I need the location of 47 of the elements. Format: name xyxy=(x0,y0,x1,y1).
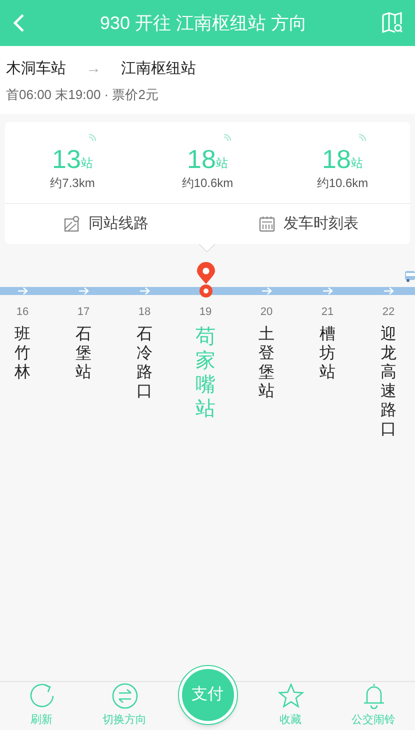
station-name[interactable]: 土登堡站 xyxy=(258,324,274,402)
signal-icon xyxy=(88,134,96,142)
stop-count: 18 xyxy=(187,146,216,172)
stop-count: 18 xyxy=(322,146,351,172)
stop-number: 17 xyxy=(77,305,90,320)
stop-count: 13 xyxy=(52,146,81,172)
direction-arrow-icon xyxy=(140,287,150,295)
stop-number: 21 xyxy=(321,305,334,320)
swap-icon xyxy=(112,682,138,708)
destination-station: 江南枢纽站 xyxy=(121,59,196,79)
distance-text: 约7.3km xyxy=(50,175,95,192)
stop-number: 20 xyxy=(260,305,273,320)
calendar-icon xyxy=(259,216,276,232)
same-stop-lines-button[interactable]: 同站线路 xyxy=(5,204,208,244)
timetable-button[interactable]: 发车时刻表 xyxy=(208,204,410,244)
current-stop-dot xyxy=(198,284,212,298)
origin-station: 木洞车站 xyxy=(6,59,66,79)
direction-arrow-icon xyxy=(322,287,332,295)
stop-unit: 站 xyxy=(216,155,228,172)
stop-unit: 站 xyxy=(80,155,93,172)
signal-icon xyxy=(222,134,231,142)
direction-arrow-icon xyxy=(18,287,28,295)
refresh-icon xyxy=(28,682,54,708)
back-icon[interactable] xyxy=(12,13,26,33)
distance-text: 约10.6km xyxy=(316,175,368,192)
stop-unit: 站 xyxy=(350,155,363,172)
station-name[interactable]: 石堡站 xyxy=(76,324,92,382)
bus-icon xyxy=(405,270,415,282)
schedule-info: 首06:00 末19:00 · 票价2元 xyxy=(6,86,160,104)
station-name[interactable]: 石冷路口 xyxy=(136,324,152,402)
direction-arrow-icon xyxy=(262,287,272,295)
station-name[interactable]: 槽坊站 xyxy=(320,324,336,382)
signal-icon xyxy=(358,134,366,142)
station-name[interactable]: 迎龙高速路口 xyxy=(380,324,396,440)
direction-arrow-icon xyxy=(78,287,88,295)
direction-arrow-icon xyxy=(384,287,394,295)
stop-number: 18 xyxy=(138,305,151,320)
stop-number: 22 xyxy=(382,305,395,320)
stop-number: 19 xyxy=(199,305,212,320)
stop-number: 16 xyxy=(16,305,29,320)
map-pin-icon xyxy=(64,216,80,232)
distance-text: 约10.6km xyxy=(182,175,234,192)
map-icon[interactable] xyxy=(380,12,403,34)
station-name[interactable]: 班竹林 xyxy=(14,324,30,382)
arrow-text: → xyxy=(86,59,101,79)
star-icon xyxy=(278,682,304,708)
header-title: 930 开往 江南枢纽站 方向 xyxy=(100,12,308,34)
